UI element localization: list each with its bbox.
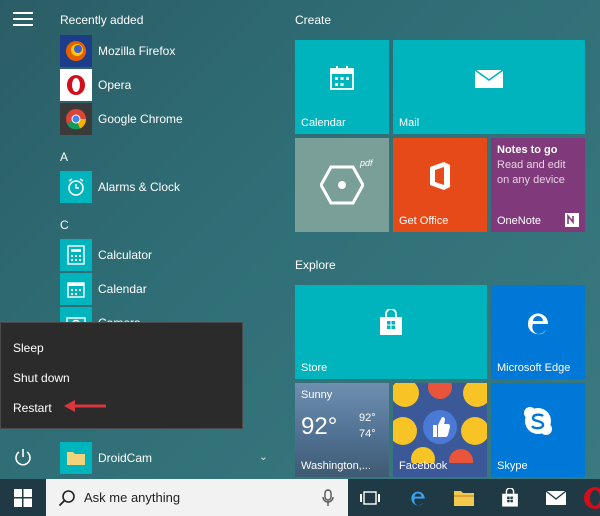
tile-calendar[interactable]: Calendar xyxy=(295,40,389,134)
facebook-emoji-collage-icon xyxy=(393,383,487,463)
group-create-label[interactable]: Create xyxy=(295,13,331,27)
firefox-icon xyxy=(60,35,92,67)
tile-label: Calendar xyxy=(301,117,346,129)
app-alarms-clock[interactable]: Alarms & Clock xyxy=(60,171,274,203)
tile-mail[interactable]: Mail xyxy=(393,40,585,134)
task-view-icon[interactable] xyxy=(350,479,390,516)
group-explore-label[interactable]: Explore xyxy=(295,258,336,272)
opera-icon xyxy=(60,69,92,101)
hamburger-menu-icon[interactable] xyxy=(13,12,33,28)
chevron-down-icon[interactable]: ⌄ xyxy=(259,450,268,463)
letter-heading-c[interactable]: C xyxy=(60,218,69,232)
windows-start-icon[interactable] xyxy=(0,479,46,516)
app-label: Google Chrome xyxy=(98,112,183,126)
store-taskbar-icon[interactable] xyxy=(490,479,530,516)
tile-store[interactable]: Store xyxy=(295,285,487,379)
search-box[interactable]: Ask me anything xyxy=(46,479,348,516)
hexagon-icon xyxy=(295,138,389,232)
calculator-icon xyxy=(60,239,92,271)
taskbar: Ask me anything xyxy=(0,479,600,516)
tile-skype[interactable]: Skype xyxy=(491,383,585,477)
tiles-area: Create Calendar Mail pdf Get Office Note… xyxy=(294,0,600,479)
weather-high: 92° xyxy=(359,412,376,424)
store-bag-icon xyxy=(295,285,487,361)
tile-label: Microsoft Edge xyxy=(497,362,571,374)
opera-taskbar-icon[interactable] xyxy=(582,485,600,511)
chrome-icon xyxy=(60,103,92,135)
shutdown-option[interactable]: Shut down xyxy=(13,371,70,385)
app-calendar[interactable]: Calendar xyxy=(60,273,274,305)
tile-label: Facebook xyxy=(399,460,448,472)
edge-icon xyxy=(491,285,585,361)
tile-label: Get Office xyxy=(399,215,449,227)
app-chrome[interactable]: Google Chrome xyxy=(60,103,274,135)
power-icon[interactable] xyxy=(13,447,33,467)
tile-facebook[interactable]: Facebook xyxy=(393,383,487,477)
restart-option[interactable]: Restart xyxy=(13,401,52,415)
app-label: Opera xyxy=(98,78,132,92)
alarm-clock-icon xyxy=(60,171,92,203)
app-droidcam[interactable]: DroidCam ⌄ xyxy=(60,442,274,474)
tile-weather[interactable]: Sunny 92° 92° 74° Washington,... xyxy=(295,383,389,477)
app-label: Alarms & Clock xyxy=(98,180,181,194)
annotation-arrow-icon xyxy=(64,400,106,412)
letter-heading-a[interactable]: A xyxy=(60,150,68,164)
tile-label: Skype xyxy=(497,460,528,472)
pdf-tag: pdf xyxy=(360,158,373,168)
tile-pdf[interactable]: pdf xyxy=(295,138,389,232)
edge-taskbar-icon[interactable] xyxy=(398,479,438,516)
calendar-icon xyxy=(295,40,389,116)
recently-added-heading: Recently added xyxy=(60,13,144,27)
power-menu: Sleep Shut down Restart xyxy=(0,322,243,429)
tile-edge[interactable]: Microsoft Edge xyxy=(491,285,585,379)
office-icon xyxy=(393,138,487,214)
app-label: Calculator xyxy=(98,248,153,262)
weather-low: 74° xyxy=(359,428,376,440)
app-calculator[interactable]: Calculator xyxy=(60,239,274,271)
app-firefox[interactable]: Mozilla Firefox xyxy=(60,35,274,67)
search-placeholder: Ask me anything xyxy=(84,490,181,505)
search-icon xyxy=(58,490,75,507)
weather-location: Washington,... xyxy=(301,460,371,472)
tile-label: OneNote xyxy=(497,215,542,227)
microphone-icon[interactable] xyxy=(322,489,334,507)
app-label: DroidCam xyxy=(98,451,153,465)
app-label: Calendar xyxy=(98,282,147,296)
tile-get-office[interactable]: Get Office xyxy=(393,138,487,232)
weather-temp: 92° xyxy=(301,413,338,440)
app-label: Mozilla Firefox xyxy=(98,44,176,58)
file-explorer-icon[interactable] xyxy=(444,479,484,516)
tile-label: Store xyxy=(301,362,328,374)
sleep-option[interactable]: Sleep xyxy=(13,341,44,355)
onenote-body: Read and edit on any device xyxy=(497,159,566,186)
tile-onenote[interactable]: Notes to go Read and edit on any device … xyxy=(491,138,585,232)
weather-condition: Sunny xyxy=(301,389,333,401)
onenote-heading: Notes to go xyxy=(497,144,558,156)
mail-taskbar-icon[interactable] xyxy=(536,479,576,516)
folder-icon xyxy=(60,442,92,474)
mail-icon xyxy=(393,40,585,116)
start-menu: Recently added Mozilla Firefox Opera Goo… xyxy=(0,0,600,479)
calendar-icon xyxy=(60,273,92,305)
app-opera[interactable]: Opera xyxy=(60,69,274,101)
onenote-icon xyxy=(565,213,579,227)
skype-icon xyxy=(491,383,585,459)
tile-label: Mail xyxy=(399,117,420,129)
